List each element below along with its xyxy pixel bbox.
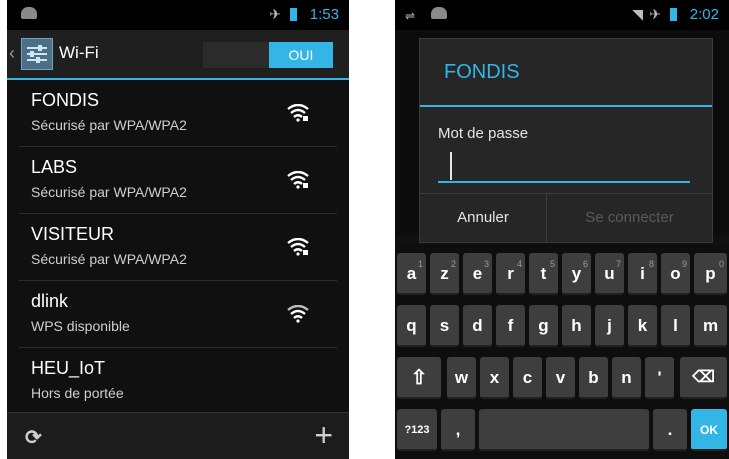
key-f[interactable]: f [496,305,525,347]
action-bar: ‹ Wi-Fi OUI [7,30,349,80]
password-input[interactable] [438,147,690,183]
battery-icon [670,8,677,21]
wifi-signal-locked-icon [287,171,309,189]
network-detail: Sécurisé par WPA/WPA2 [31,117,187,133]
dialog-title: FONDIS [444,61,520,83]
wifi-toggle-on-label: OUI [269,42,333,68]
refresh-icon[interactable]: ⟳ [25,425,42,450]
connect-button[interactable]: Se connecter [547,194,712,242]
key-o[interactable]: o9 [661,253,690,295]
key-b[interactable]: b [579,357,608,399]
ok-key[interactable]: OK [691,409,727,451]
space-key[interactable] [479,409,649,451]
network-detail: Sécurisé par WPA/WPA2 [31,184,187,200]
key-e[interactable]: e3 [463,253,492,295]
wifi-settings-screen: ✈ 1:53 ‹ Wi-Fi OUI FONDIS Sécurisé par W… [7,0,349,459]
comma-key[interactable]: , [441,409,475,451]
status-time: 2:02 [689,6,719,23]
cancel-button[interactable]: Annuler [420,194,547,242]
key-x[interactable]: x [480,357,509,399]
usb-icon: ⇌ [405,9,416,23]
network-ssid: HEU_IoT [31,358,106,378]
key-s[interactable]: s [430,305,459,347]
shift-key[interactable]: ⇧ [397,357,441,399]
backspace-icon[interactable]: ⌫ [680,357,727,399]
key-i[interactable]: i8 [628,253,657,295]
wifi-password-screen: ⇌ ◥ ✈ 2:02 FONDIS Mot de passe Annuler S… [395,0,729,459]
airplane-icon: ✈ [649,6,661,22]
back-chevron-icon[interactable]: ‹ [9,43,15,64]
key-u[interactable]: u7 [595,253,624,295]
network-item[interactable]: dlink WPS disponible [19,281,337,348]
key-h[interactable]: h [562,305,591,347]
key-p[interactable]: p0 [694,253,727,295]
text-cursor [450,152,452,180]
network-ssid: dlink [31,291,69,311]
dialog-button-row: Annuler Se connecter [420,193,712,242]
network-ssid: VISITEUR [31,224,115,244]
key-w[interactable]: w [447,357,476,399]
key-j[interactable]: j [595,305,624,347]
wifi-signal-locked-icon [287,238,309,256]
key-y[interactable]: y6 [562,253,591,295]
status-bar: ⇌ ◥ ✈ 2:02 [395,0,729,30]
key-n[interactable]: n [612,357,641,399]
key-d[interactable]: d [463,305,492,347]
wifi-toggle[interactable]: OUI [203,42,333,68]
key-m[interactable]: m [694,305,727,347]
dialog-divider [420,105,712,107]
password-label: Mot de passe [438,125,529,142]
network-item[interactable]: HEU_IoT Hors de portée [19,348,337,414]
network-item[interactable]: FONDIS Sécurisé par WPA/WPA2 [19,80,337,147]
network-detail: Sécurisé par WPA/WPA2 [31,251,187,267]
wifi-settings-icon[interactable] [21,38,53,70]
key-g[interactable]: g [529,305,558,347]
battery-icon [290,8,297,21]
wifi-signal-icon [287,305,309,323]
key-l[interactable]: l [661,305,690,347]
symbols-key[interactable]: ?123 [397,409,437,451]
status-time: 1:53 [309,6,339,23]
plus-icon[interactable]: + [314,417,333,454]
page-title: Wi-Fi [59,43,99,62]
network-item[interactable]: VISITEUR Sécurisé par WPA/WPA2 [19,214,337,281]
period-key[interactable]: . [653,409,687,451]
key-k[interactable]: k [628,305,657,347]
android-robot-icon [431,7,447,19]
key-z[interactable]: z2 [430,253,459,295]
network-ssid: LABS [31,157,78,177]
key-apostrophe[interactable]: ' [645,357,674,399]
network-item[interactable]: LABS Sécurisé par WPA/WPA2 [19,147,337,214]
key-q[interactable]: q [397,305,426,347]
network-detail: Hors de portée [31,385,124,401]
key-t[interactable]: t5 [529,253,558,295]
key-a[interactable]: a1 [397,253,426,295]
airplane-icon: ✈ [269,6,281,22]
status-bar: ✈ 1:53 [7,0,349,30]
password-dialog: FONDIS Mot de passe Annuler Se connecter [419,38,713,243]
key-c[interactable]: c [513,357,542,399]
network-ssid: FONDIS [31,90,100,110]
key-v[interactable]: v [546,357,575,399]
android-robot-icon [21,7,37,19]
network-list: FONDIS Sécurisé par WPA/WPA2 LABS Sécuri… [7,80,349,414]
wifi-signal-locked-icon [287,104,309,122]
network-detail: WPS disponible [31,318,130,334]
soft-keyboard: a1 z2 e3 r4 t5 y6 u7 i8 o9 p0 q s d f g … [395,245,729,459]
key-r[interactable]: r4 [496,253,525,295]
wifi-status-icon: ◥ [632,6,643,22]
bottom-action-bar: ⟳ + [7,412,349,459]
